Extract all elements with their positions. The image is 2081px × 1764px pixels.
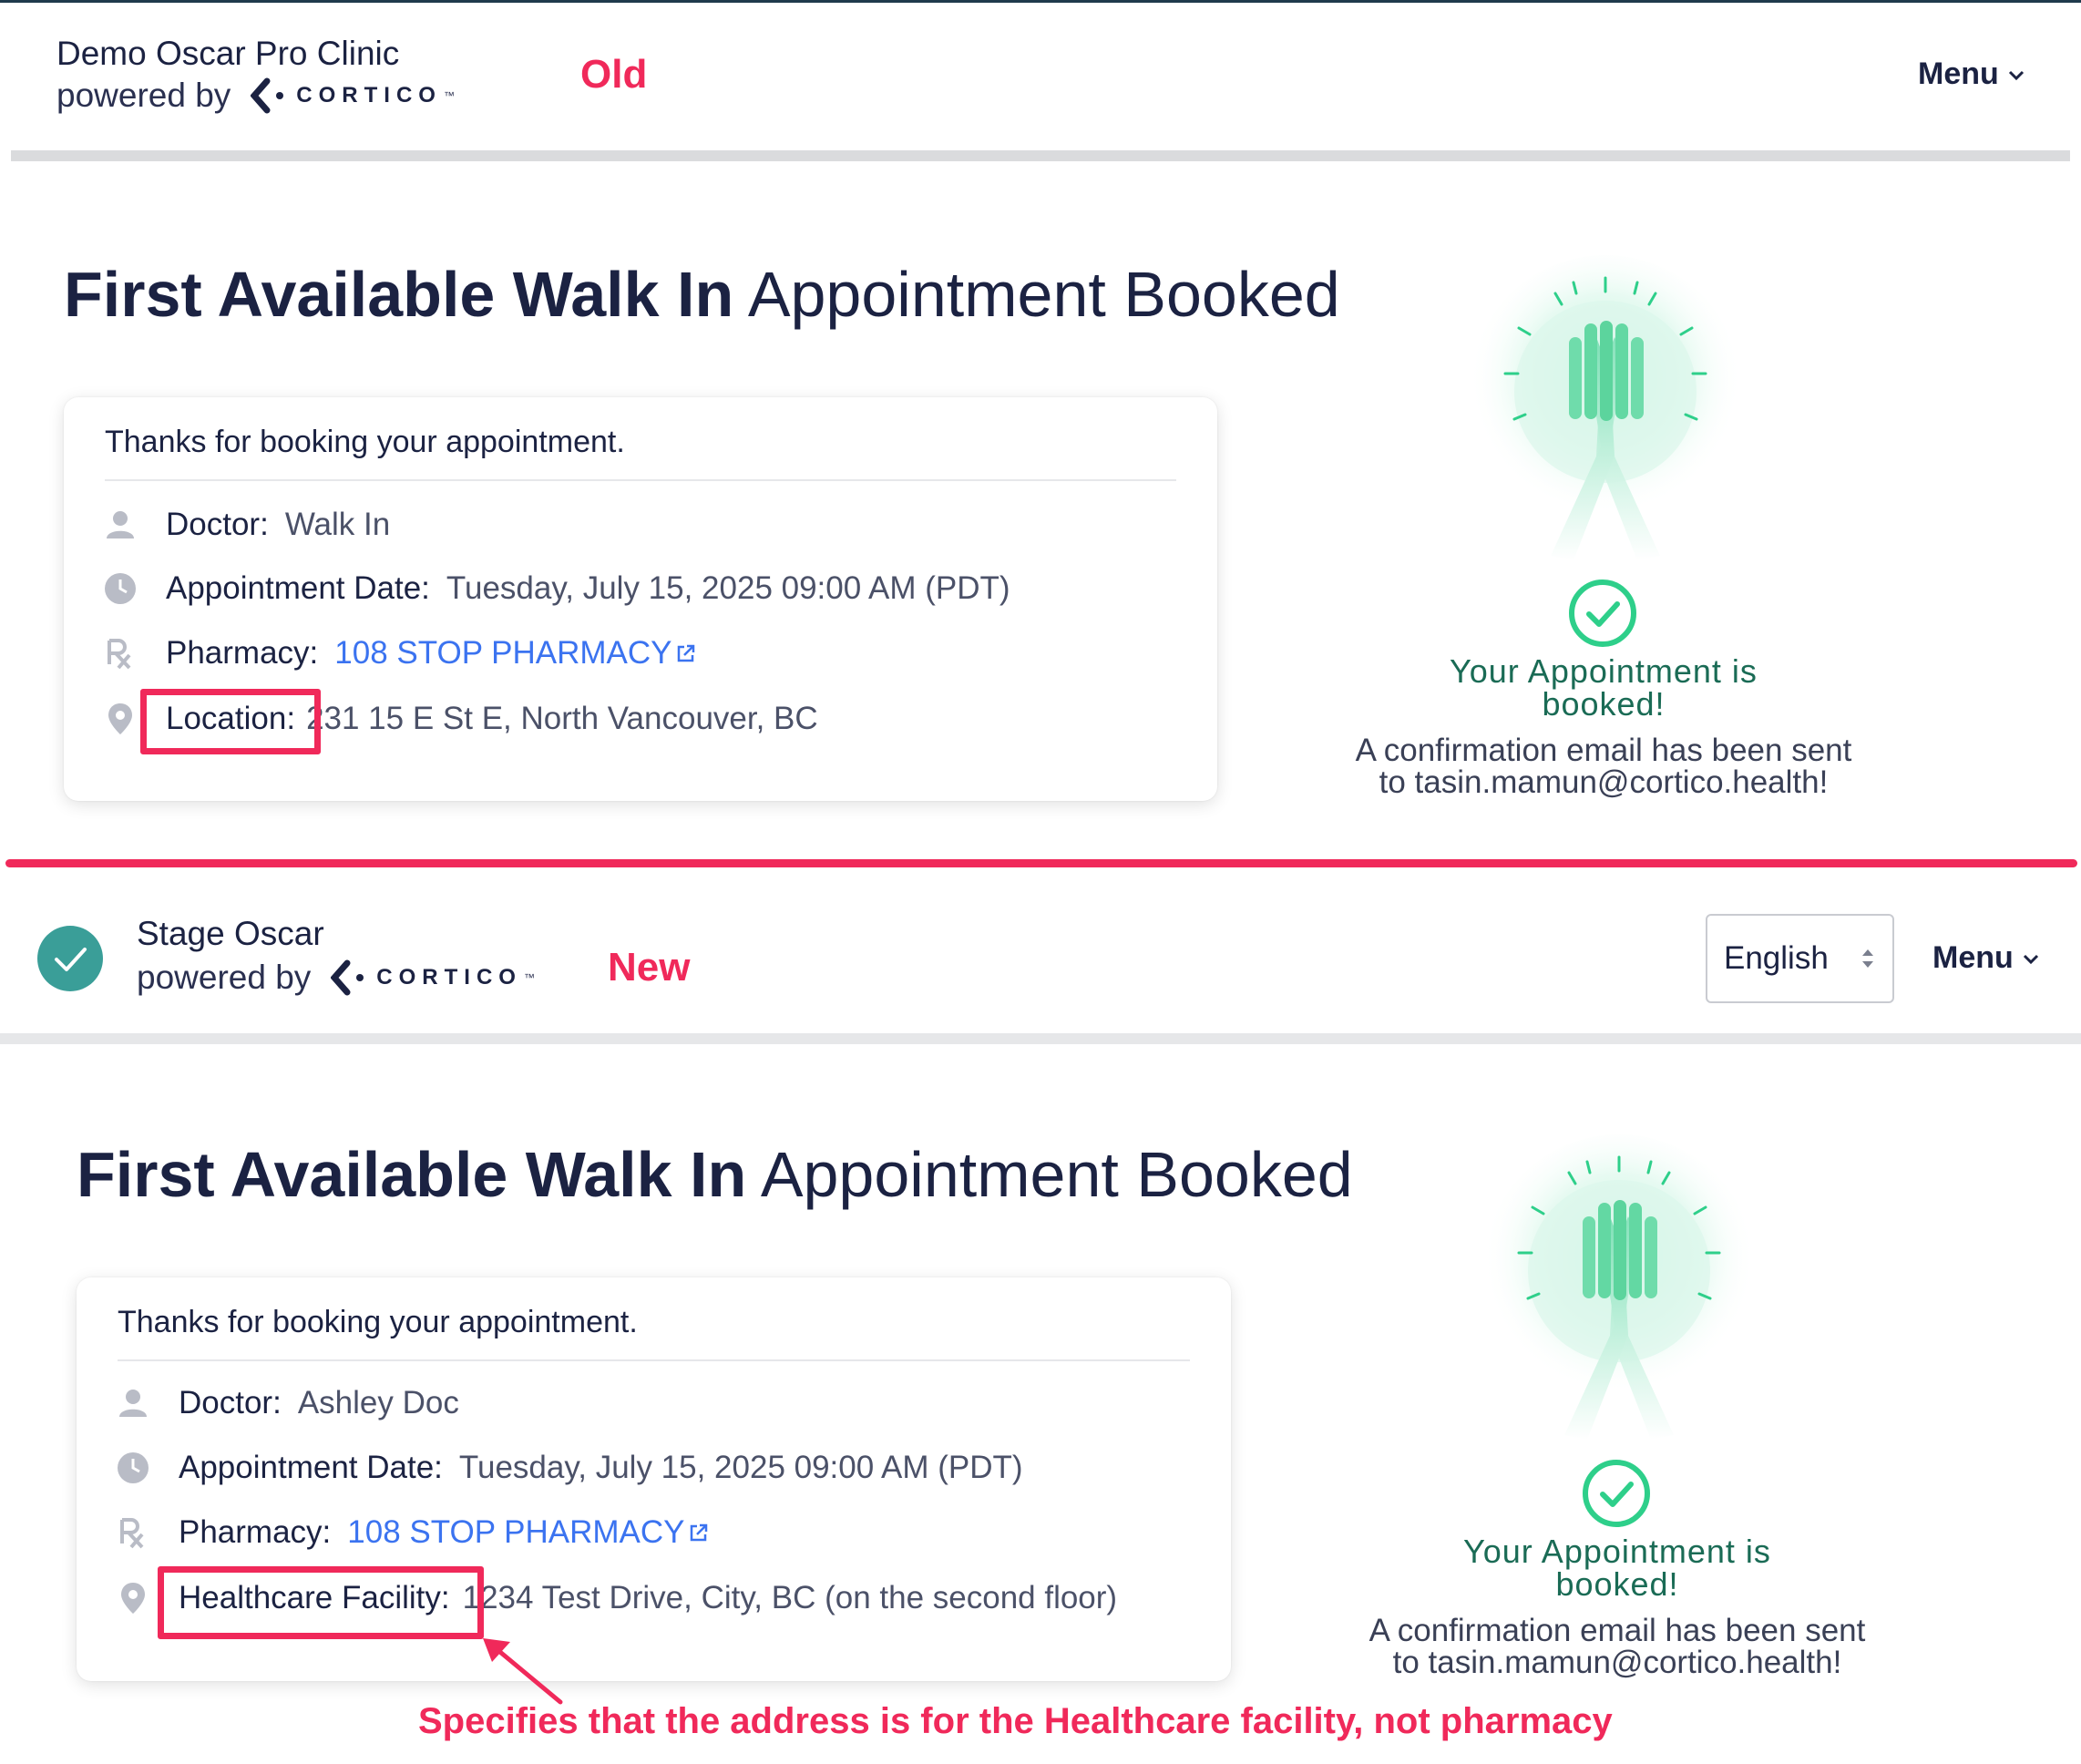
clock-icon: [115, 1450, 151, 1486]
old-date-label: Appointment Date:: [166, 570, 430, 606]
new-pharmacy-label: Pharmacy:: [179, 1514, 332, 1550]
high-five-illustration: [1482, 1134, 1756, 1440]
location-pin-icon: [115, 1580, 151, 1616]
old-clinic-name[interactable]: Demo Oscar Pro Clinic: [56, 35, 399, 73]
old-title-light: Appointment Booked: [747, 259, 1340, 330]
chevron-down-icon: [2008, 70, 2024, 80]
cortico-logo-icon: [251, 77, 284, 114]
new-page-title: First Available Walk In Appointment Book…: [77, 1138, 1353, 1211]
old-pharmacy-row: Pharmacy: 108 STOP PHARMACY: [102, 635, 696, 672]
new-date-label: Appointment Date:: [179, 1450, 443, 1485]
old-pharmacy-link[interactable]: 108 STOP PHARMACY: [334, 635, 695, 672]
language-select[interactable]: English: [1706, 914, 1894, 1003]
new-tag: New: [608, 945, 691, 990]
new-doctor-label: Doctor:: [179, 1385, 282, 1420]
new-doctor-value: Ashley Doc: [297, 1385, 459, 1420]
new-clinic-name[interactable]: Stage Oscar: [137, 915, 324, 953]
old-doctor-label: Doctor:: [166, 507, 269, 542]
external-link-icon: [677, 644, 694, 662]
select-arrows-icon: [1862, 949, 1873, 968]
old-page-title: First Available Walk In Appointment Book…: [64, 258, 1340, 331]
high-five-illustration: [1469, 255, 1742, 560]
old-doctor-value: Walk In: [284, 507, 391, 542]
old-menu-label: Menu: [1918, 56, 1999, 91]
check-circle-icon: [1569, 579, 1636, 647]
old-pharmacy-label: Pharmacy:: [166, 635, 319, 671]
new-confirmation-line2: to tasin.mamun@cortico.health!: [1392, 1645, 1842, 1680]
new-menu-label: Menu: [1932, 940, 2014, 975]
new-success-title-line2: booked!: [1555, 1565, 1679, 1603]
cortico-logo: CORTICO ™: [251, 77, 455, 114]
person-icon: [115, 1385, 151, 1421]
old-title-bold: First Available Walk In: [64, 259, 734, 330]
comparison-divider: [5, 859, 2077, 867]
old-card-intro: Thanks for booking your appointment.: [105, 425, 625, 459]
new-card-intro: Thanks for booking your appointment.: [118, 1305, 638, 1339]
new-pharmacy-row: Pharmacy: 108 STOP PHARMACY: [115, 1514, 709, 1551]
old-header-shadow: [11, 150, 2070, 161]
language-select-value: English: [1724, 940, 1829, 976]
new-success-title-line1: Your Appointment is: [1463, 1533, 1771, 1570]
new-facility-value: 1234 Test Drive, City, BC (on the second…: [462, 1580, 1118, 1615]
new-card-divider: [118, 1359, 1190, 1361]
trademark: ™: [443, 89, 455, 102]
old-menu-button[interactable]: Menu: [1918, 56, 2026, 92]
old-success-title-line2: booked!: [1542, 685, 1666, 723]
new-title-light: Appointment Booked: [760, 1139, 1353, 1210]
clock-icon: [102, 570, 138, 607]
cortico-wordmark: CORTICO: [376, 965, 522, 990]
old-powered-by[interactable]: powered by CORTICO ™: [56, 77, 455, 115]
old-success-title: Your Appointment is booked!: [1330, 655, 1877, 721]
chevron-down-icon: [2023, 954, 2038, 964]
rx-icon: [115, 1514, 151, 1551]
old-success-title-line1: Your Appointment is: [1450, 652, 1758, 690]
new-success-title: Your Appointment is booked!: [1344, 1535, 1891, 1601]
new-powered-by-text: powered by: [137, 959, 312, 996]
old-doctor-row: Doctor: Walk In: [102, 507, 390, 543]
external-link-icon: [690, 1523, 707, 1542]
new-date-row: Appointment Date: Tuesday, July 15, 2025…: [115, 1450, 1023, 1486]
old-confirmation-line1: A confirmation email has been sent: [1355, 733, 1852, 768]
new-menu-button[interactable]: Menu: [1932, 940, 2041, 976]
old-pharmacy-link-text: 108 STOP PHARMACY: [334, 635, 672, 671]
old-location-highlight: [140, 689, 321, 754]
new-powered-by[interactable]: powered by CORTICO ™: [137, 959, 535, 997]
person-icon: [102, 507, 138, 543]
old-location-value: 231 15 E St E, North Vancouver, BC: [306, 701, 818, 736]
old-powered-by-text: powered by: [56, 77, 231, 114]
old-confirmation-line2: to tasin.mamun@cortico.health!: [1379, 764, 1829, 800]
old-tag: Old: [580, 52, 648, 97]
new-pharmacy-link-text: 108 STOP PHARMACY: [347, 1514, 685, 1550]
old-confirmation-text: A confirmation email has been sent to ta…: [1285, 734, 1922, 798]
annotation-note: Specifies that the address is for the He…: [418, 1701, 1613, 1741]
cortico-wordmark: CORTICO: [296, 83, 442, 108]
new-date-value: Tuesday, July 15, 2025 09:00 AM (PDT): [458, 1450, 1023, 1485]
old-date-value: Tuesday, July 15, 2025 09:00 AM (PDT): [446, 570, 1010, 606]
new-doctor-row: Doctor: Ashley Doc: [115, 1385, 459, 1421]
old-date-row: Appointment Date: Tuesday, July 15, 2025…: [102, 570, 1010, 607]
cortico-logo: CORTICO ™: [331, 959, 535, 996]
rx-icon: [102, 635, 138, 672]
new-pharmacy-link[interactable]: 108 STOP PHARMACY: [347, 1514, 708, 1551]
new-confirmation-text: A confirmation email has been sent to ta…: [1298, 1615, 1936, 1678]
new-confirmation-line1: A confirmation email has been sent: [1369, 1613, 1866, 1648]
location-pin-icon: [102, 701, 138, 737]
new-header-shadow: [0, 1033, 2081, 1044]
check-circle-icon: [1583, 1460, 1650, 1527]
new-title-bold: First Available Walk In: [77, 1139, 747, 1210]
clinic-check-logo: [37, 926, 103, 991]
trademark: ™: [523, 971, 535, 984]
old-card-divider: [105, 479, 1176, 481]
cortico-logo-icon: [331, 959, 364, 996]
new-facility-highlight: [158, 1566, 484, 1639]
